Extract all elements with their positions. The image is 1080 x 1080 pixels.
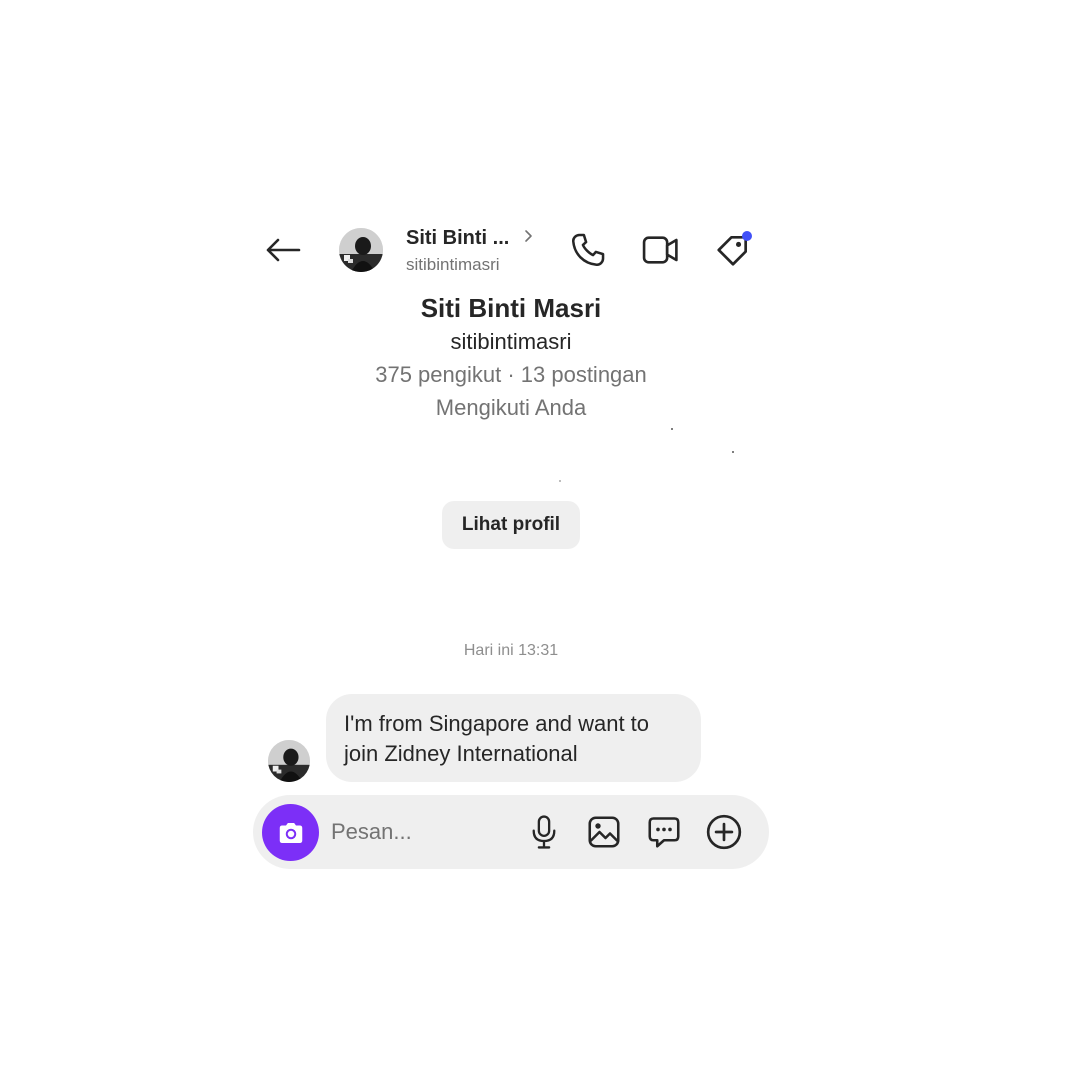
artifact-dot <box>671 428 673 430</box>
arrow-left-icon <box>266 238 301 262</box>
avatar-photo <box>339 228 383 272</box>
message-input[interactable] <box>331 815 511 849</box>
camera-button[interactable] <box>262 804 319 861</box>
profile-summary: Siti Binti Masri sitibintimasri 375 peng… <box>255 290 767 425</box>
notification-dot <box>742 231 752 241</box>
profile-stats: 375 pengikut · 13 postingan <box>375 362 647 387</box>
dm-thread-screen: Siti Binti ... sitibintimasri Siti Binti… <box>0 0 1080 1080</box>
message-timestamp: Hari ini 13:31 <box>463 642 559 659</box>
thread-header: Siti Binti ... sitibintimasri <box>255 220 770 280</box>
video-camera-icon <box>642 236 678 264</box>
artifact-dot <box>732 451 734 453</box>
back-button[interactable] <box>263 230 303 270</box>
voice-message-button[interactable] <box>524 812 564 852</box>
view-profile-button[interactable]: Lihat profil <box>442 501 580 549</box>
header-display-name[interactable]: Siti Binti ... <box>406 227 509 250</box>
artifact-dot <box>559 480 561 482</box>
microphone-icon <box>532 815 556 849</box>
gallery-button[interactable] <box>584 812 624 852</box>
profile-full-name: Siti Binti Masri <box>420 293 602 323</box>
camera-icon <box>279 822 302 843</box>
message-composer <box>253 795 769 869</box>
follow-status: Mengikuti Anda <box>435 395 587 420</box>
message-sender-avatar[interactable] <box>268 740 310 782</box>
tag-button[interactable] <box>711 228 755 272</box>
message-text-line: I'm from Singapore and want to <box>344 711 650 736</box>
profile-username: sitibintimasri <box>450 329 572 354</box>
avatar-photo <box>268 740 310 782</box>
video-call-button[interactable] <box>639 228 683 272</box>
chat-bubble-icon <box>648 817 680 848</box>
incoming-message-bubble[interactable]: I'm from Singapore and want to join Zidn… <box>326 694 701 782</box>
chevron-right-icon <box>525 230 532 242</box>
phone-icon <box>572 233 605 266</box>
message-text-line: join Zidney International <box>344 741 578 766</box>
sticker-button[interactable] <box>644 812 684 852</box>
header-avatar[interactable] <box>339 228 383 272</box>
header-username: sitibintimasri <box>406 255 500 274</box>
plus-circle-icon <box>706 814 742 850</box>
audio-call-button[interactable] <box>566 228 610 272</box>
more-options-button[interactable] <box>704 812 744 852</box>
image-icon <box>588 816 620 848</box>
